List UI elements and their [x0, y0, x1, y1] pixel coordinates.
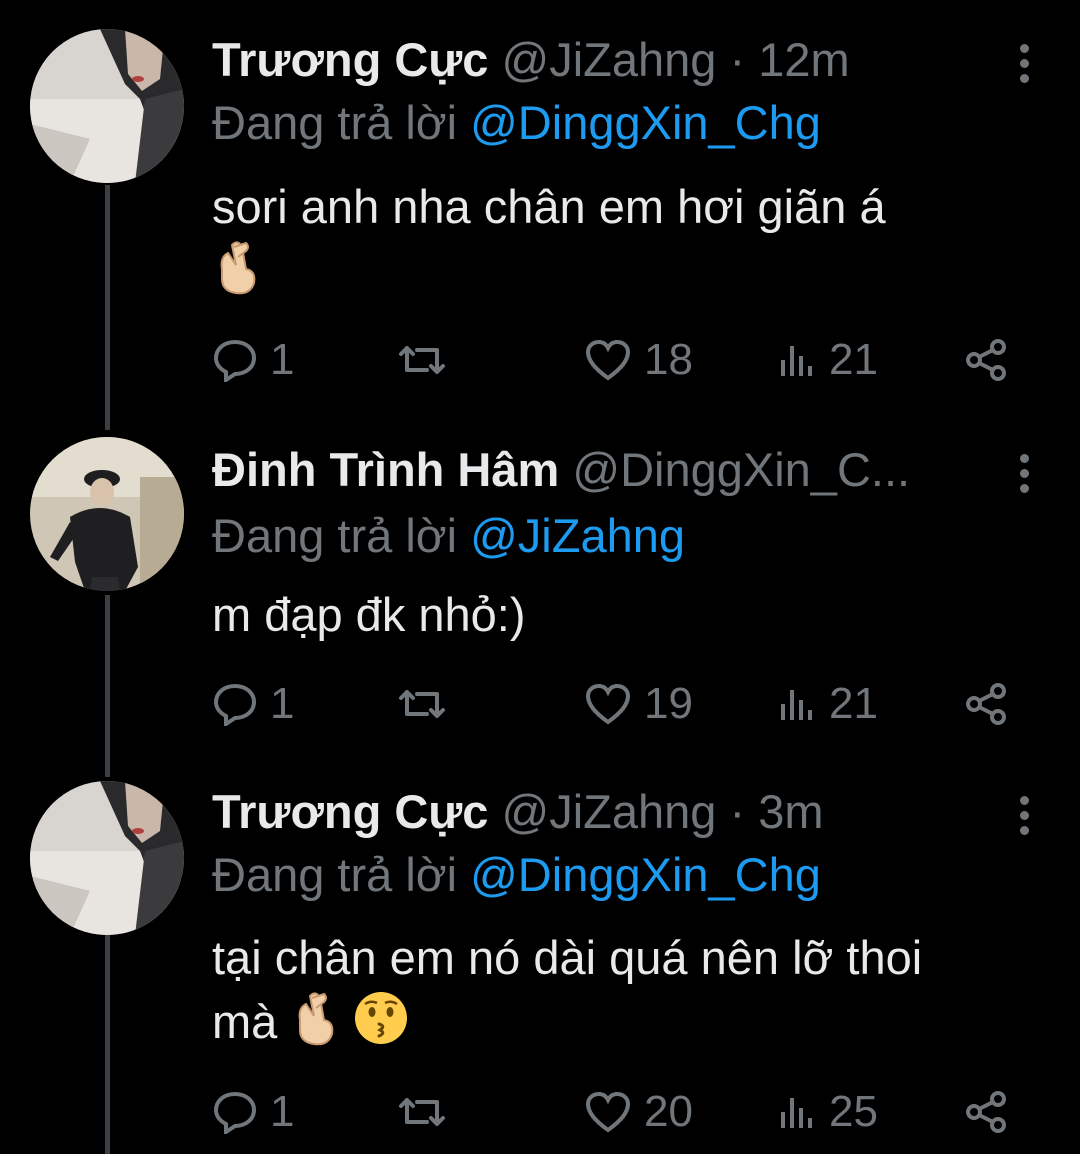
- analytics-icon: [781, 1098, 812, 1128]
- tweet[interactable]: Trương Cực @JiZahng · 12m Đang trả lời @…: [0, 0, 1080, 410]
- retweet-button[interactable]: [397, 1082, 459, 1142]
- analytics-icon: [781, 690, 812, 720]
- display-name[interactable]: Đinh Trình Hâm: [212, 443, 559, 496]
- replying-label: Đang trả lời: [212, 96, 458, 149]
- like-button[interactable]: 20: [584, 1082, 693, 1142]
- like-button[interactable]: 19: [584, 674, 693, 734]
- reply-count: 1: [270, 679, 295, 728]
- views-count: 21: [829, 335, 878, 384]
- reply-icon: [213, 339, 257, 382]
- reply-count: 1: [270, 1087, 295, 1136]
- tweet-header: Đinh Trình Hâm @DinggXin_C...: [212, 440, 990, 500]
- reply-icon: [213, 1091, 257, 1134]
- mention-link[interactable]: @DinggXin_Chg: [470, 848, 821, 901]
- tweet-text-content: sori anh nha chân em hơi giãn á: [212, 180, 886, 233]
- share-button[interactable]: [964, 330, 1008, 390]
- replying-label: Đang trả lời: [212, 509, 458, 562]
- avatar[interactable]: [30, 29, 184, 183]
- kissing-face-icon: [353, 990, 409, 1062]
- tweet-actions: 1 18 21: [212, 330, 1008, 390]
- retweet-icon: [399, 1098, 445, 1126]
- reply-button[interactable]: 1: [212, 1082, 294, 1142]
- timestamp[interactable]: 12m: [758, 33, 849, 86]
- replying-to: Đang trả lời @JiZahng: [212, 506, 685, 566]
- tweet-actions: 1 20 25: [212, 1082, 1008, 1142]
- tweet-header: Trương Cực @JiZahng · 12m: [212, 30, 990, 90]
- tweet[interactable]: Đinh Trình Hâm @DinggXin_C... Đang trả l…: [0, 410, 1080, 780]
- tweet-text: m đạp đk nhỏ:): [212, 583, 1052, 647]
- views-button[interactable]: 21: [777, 330, 878, 390]
- reply-icon: [213, 683, 257, 726]
- avatar[interactable]: [30, 437, 184, 591]
- retweet-icon: [399, 690, 445, 718]
- share-icon: [966, 1091, 1006, 1133]
- retweet-icon: [399, 346, 445, 374]
- replying-to: Đang trả lời @DinggXin_Chg: [212, 845, 821, 905]
- tweet-text-line: tại chân em nó dài quá nên lỡ thoi: [212, 931, 923, 984]
- replying-to: Đang trả lời @DinggXin_Chg: [212, 93, 821, 153]
- tweet-text: tại chân em nó dài quá nên lỡ thoi mà: [212, 926, 1052, 1062]
- like-count: 19: [644, 679, 693, 728]
- tweet-actions: 1 19 21: [212, 674, 1008, 734]
- reply-count: 1: [270, 335, 295, 384]
- reply-button[interactable]: 1: [212, 330, 294, 390]
- views-button[interactable]: 25: [777, 1082, 878, 1142]
- like-button[interactable]: 18: [584, 330, 693, 390]
- mention-link[interactable]: @DinggXin_Chg: [470, 96, 821, 149]
- crossed-fingers-icon: [290, 990, 340, 1062]
- views-count: 25: [829, 1087, 878, 1136]
- more-options-icon[interactable]: [1018, 796, 1030, 836]
- share-button[interactable]: [964, 1082, 1008, 1142]
- tweet-text: sori anh nha chân em hơi giãn á: [212, 175, 1052, 311]
- retweet-button[interactable]: [397, 674, 459, 734]
- display-name[interactable]: Trương Cực: [212, 785, 488, 838]
- reply-button[interactable]: 1: [212, 674, 294, 734]
- mention-link[interactable]: @JiZahng: [470, 509, 685, 562]
- handle[interactable]: @JiZahng: [502, 33, 717, 86]
- handle[interactable]: @DinggXin_C...: [572, 443, 910, 496]
- heart-icon: [585, 1091, 631, 1133]
- avatar[interactable]: [30, 781, 184, 935]
- analytics-icon: [781, 346, 812, 376]
- like-count: 18: [644, 335, 693, 384]
- views-button[interactable]: 21: [777, 674, 878, 734]
- display-name[interactable]: Trương Cực: [212, 33, 488, 86]
- heart-icon: [585, 339, 631, 381]
- tweet-text-line: mà: [212, 995, 278, 1048]
- share-icon: [966, 339, 1006, 381]
- heart-icon: [585, 683, 631, 725]
- views-count: 21: [829, 679, 878, 728]
- separator: ·: [729, 785, 746, 838]
- share-icon: [966, 683, 1006, 725]
- like-count: 20: [644, 1087, 693, 1136]
- crossed-fingers-icon: [212, 239, 262, 311]
- replying-label: Đang trả lời: [212, 848, 458, 901]
- more-options-icon[interactable]: [1018, 454, 1030, 494]
- handle[interactable]: @JiZahng: [502, 785, 717, 838]
- separator: ·: [729, 33, 746, 86]
- tweet-text-content: m đạp đk nhỏ:): [212, 588, 526, 641]
- tweet[interactable]: Trương Cực @JiZahng · 3m Đang trả lời @D…: [0, 752, 1080, 1154]
- retweet-button[interactable]: [397, 330, 459, 390]
- share-button[interactable]: [964, 674, 1008, 734]
- tweet-header: Trương Cực @JiZahng · 3m: [212, 782, 990, 842]
- timestamp[interactable]: 3m: [758, 785, 823, 838]
- more-options-icon[interactable]: [1018, 44, 1030, 84]
